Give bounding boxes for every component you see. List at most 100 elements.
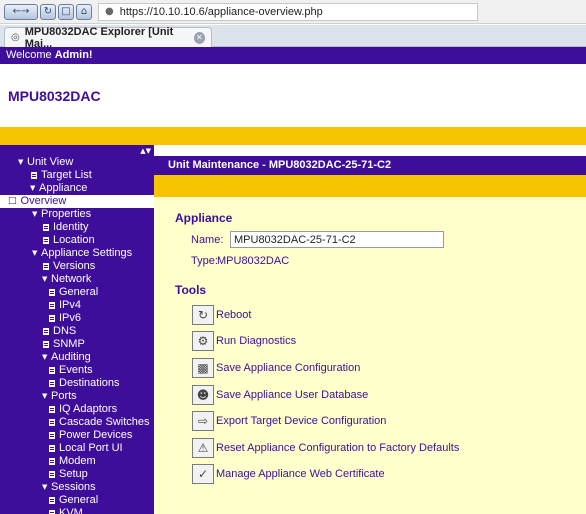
sidebar-item-setup[interactable]: Setup [0,468,154,481]
reset-link[interactable]: Reset Appliance Configuration to Factory… [216,442,459,454]
sidebar-item-unit-view[interactable]: ▼ Unit View [0,156,154,169]
refresh-icon[interactable]: ↻ [40,3,56,20]
expand-arrow-icon[interactable]: ▼ [30,182,39,195]
certificate-tool[interactable]: ✓ Manage Appliance Web Certificate [192,463,385,485]
run-diagnostics-tool[interactable]: ⚙ Run Diagnostics [192,330,296,352]
sidebar-item-sessions[interactable]: ▼ Sessions [0,481,154,494]
page-leaf-icon [49,419,55,426]
save-config-link[interactable]: Save Appliance Configuration [216,362,360,374]
sidebar-item-network[interactable]: ▼ Network [0,273,154,286]
sidebar-item-label: Properties [41,208,92,220]
expand-arrow-icon[interactable]: ▼ [42,390,51,403]
sidebar-item-identity[interactable]: Identity [0,221,154,234]
page-leaf-icon [31,172,37,179]
page-leaf-icon [43,328,49,335]
sidebar-item-label: KVM [59,507,83,514]
save-config-icon[interactable]: ▩ [192,358,214,378]
home-icon[interactable]: ⌂ [76,3,92,20]
sidebar-item-overview[interactable]: □ Overview [0,195,154,208]
collapse-arrows-icon[interactable]: ▲▼ [140,147,151,155]
sidebar-item-auditing[interactable]: ▼ Auditing [0,351,154,364]
sidebar-item-label: Destinations [59,377,120,389]
diagnostics-icon[interactable]: ⚙ [192,331,214,351]
document-icon: □ [8,196,17,206]
sidebar-item-label: Versions [53,260,96,272]
header-accent-bar [0,127,586,145]
sidebar-item-label: IPv4 [59,299,82,311]
reboot-icon[interactable]: ↻ [192,305,214,325]
export-icon[interactable]: ⇨ [192,411,214,431]
tab-strip: ◎ MPU8032DAC Explorer [Unit Mai... ✕ [0,25,586,50]
sidebar-item-ipv6[interactable]: IPv6 [0,312,154,325]
reboot-link[interactable]: Reboot [216,309,251,321]
sidebar-item-label: Sessions [51,481,96,493]
expand-arrow-icon[interactable]: ▼ [32,247,41,260]
reset-icon[interactable]: ⚠ [192,438,214,458]
expand-arrow-icon[interactable]: ▼ [42,481,51,494]
export-link[interactable]: Export Target Device Configuration [216,415,386,427]
main-top-spacer [154,145,586,156]
page-leaf-icon [49,445,55,452]
sidebar-item-general[interactable]: General [0,494,154,507]
sidebar-item-modem[interactable]: Modem [0,455,154,468]
sidebar-item-general[interactable]: General [0,286,154,299]
sidebar-item-snmp[interactable]: SNMP [0,338,154,351]
export-tool[interactable]: ⇨ Export Target Device Configuration [192,410,386,432]
sidebar-item-location[interactable]: Location [0,234,154,247]
section-title: Unit Maintenance - MPU8032DAC-25-71-C2 [154,156,586,175]
sidebar-item-label: Power Devices [59,429,133,441]
page-leaf-icon [49,406,55,413]
page-leaf-icon [43,237,49,244]
main-content: Unit Maintenance - MPU8032DAC-25-71-C2 A… [154,145,586,514]
welcome-prefix: Welcome [6,49,55,61]
page-leaf-icon [49,315,55,322]
sidebar-item-ports[interactable]: ▼ Ports [0,390,154,403]
sidebar-item-kvm[interactable]: KVM [0,507,154,514]
back-forward-button[interactable]: ←→ [4,3,38,20]
sidebar-item-cascade-switches[interactable]: Cascade Switches [0,416,154,429]
browser-toolbar: ←→ ↻ □ ⌂ ● https://10.10.10.6/appliance-… [0,0,586,24]
sidebar-item-local-port-ui[interactable]: Local Port UI [0,442,154,455]
expand-arrow-icon[interactable]: ▼ [42,273,51,286]
lock-icon: ● [105,6,114,17]
sidebar-item-label: DNS [53,325,77,337]
certificate-icon[interactable]: ✓ [192,464,214,484]
page-leaf-icon [49,497,55,504]
sidebar-item-destinations[interactable]: Destinations [0,377,154,390]
run-diagnostics-link[interactable]: Run Diagnostics [216,335,296,347]
save-config-tool[interactable]: ▩ Save Appliance Configuration [192,357,360,379]
sidebar-item-iq-adaptors[interactable]: IQ Adaptors [0,403,154,416]
browser-tab[interactable]: ◎ MPU8032DAC Explorer [Unit Mai... ✕ [4,26,212,50]
reset-tool[interactable]: ⚠ Reset Appliance Configuration to Facto… [192,437,459,459]
expand-arrow-icon[interactable]: ▼ [32,208,41,221]
address-bar[interactable]: ● https://10.10.10.6/appliance-overview.… [98,2,478,21]
type-label: Type: [191,255,218,267]
sidebar-item-label: Location [53,234,95,246]
sidebar-item-label: Target List [41,169,92,181]
expand-arrow-icon[interactable]: ▼ [42,351,51,364]
sidebar-item-label: Local Port UI [59,442,123,454]
sidebar-item-dns[interactable]: DNS [0,325,154,338]
sidebar-item-appliance-settings[interactable]: ▼ Appliance Settings [0,247,154,260]
sidebar: ▲▼ ▼ Unit View Target List ▼ Appliance □ Overv… [0,145,154,514]
sidebar-item-appliance[interactable]: ▼ Appliance [0,182,154,195]
save-userdb-icon[interactable]: ☻ [192,385,214,405]
address-url[interactable]: https://10.10.10.6/appliance-overview.ph… [120,6,323,18]
type-value: MPU8032DAC [217,255,290,267]
sidebar-item-events[interactable]: Events [0,364,154,377]
sidebar-item-power-devices[interactable]: Power Devices [0,429,154,442]
name-input[interactable] [230,231,444,248]
certificate-link[interactable]: Manage Appliance Web Certificate [216,468,385,480]
sidebar-item-ipv4[interactable]: IPv4 [0,299,154,312]
sidebar-item-properties[interactable]: ▼ Properties [0,208,154,221]
save-userdb-tool[interactable]: ☻ Save Appliance User Database [192,384,368,406]
sidebar-item-target-list[interactable]: Target List [0,169,154,182]
page-icon[interactable]: □ [58,3,74,20]
sidebar-item-label: Ports [51,390,77,402]
reboot-tool[interactable]: ↻ Reboot [192,304,251,326]
tab-close-icon[interactable]: ✕ [193,31,205,44]
expand-arrow-icon[interactable]: ▼ [18,156,27,169]
save-userdb-link[interactable]: Save Appliance User Database [216,389,368,401]
sidebar-item-versions[interactable]: Versions [0,260,154,273]
sidebar-item-label: Appliance Settings [41,247,133,259]
